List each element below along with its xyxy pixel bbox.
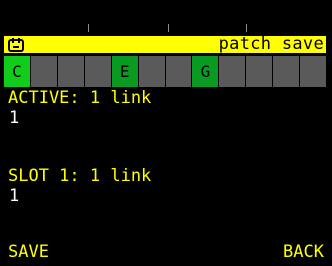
page-title: patch save [218,34,324,54]
key-12[interactable] [300,56,327,87]
back-button[interactable]: BACK [283,243,324,261]
slot-links-heading: SLOT 1: 1 link [8,166,152,186]
key-8[interactable]: G [192,56,219,87]
active-links-heading: ACTIVE: 1 link [8,88,152,108]
key-4[interactable] [84,56,111,87]
slot-links-value: 1 [9,186,20,206]
key-2[interactable] [30,56,57,87]
key-11[interactable] [273,56,300,87]
key-10[interactable] [246,56,273,87]
pedal-icon [8,37,24,52]
tick-mark [168,24,169,32]
tick-mark [246,24,247,32]
key-7[interactable] [165,56,192,87]
key-row: CEG [4,56,327,87]
tick-mark [88,24,89,32]
key-6[interactable] [138,56,165,87]
key-5[interactable]: E [111,56,138,87]
title-bar: patch save [4,34,326,54]
active-links-value: 1 [9,108,20,128]
key-3[interactable] [57,56,84,87]
key-9[interactable] [219,56,246,87]
save-button[interactable]: SAVE [8,243,49,261]
key-1[interactable]: C [4,56,30,87]
